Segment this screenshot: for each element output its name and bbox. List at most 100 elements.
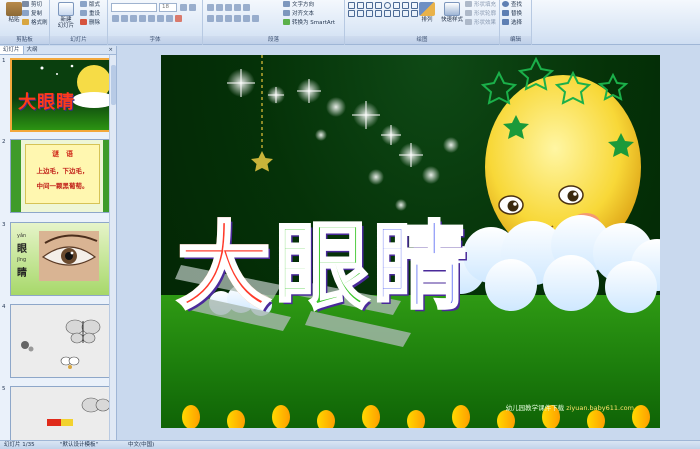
select-button[interactable]: 选择 xyxy=(502,19,522,28)
slide-title[interactable]: 大 眼 睛 xyxy=(175,212,469,324)
slide-number: 2 xyxy=(2,139,6,145)
thumb1-title: 大眼睛 xyxy=(18,92,75,113)
smartart-icon xyxy=(283,19,290,25)
shape-triangle-icon[interactable] xyxy=(402,2,409,9)
align-right-icon[interactable] xyxy=(225,15,232,22)
tab-outline[interactable]: 大纲 xyxy=(24,46,41,54)
font-grow-shrink[interactable] xyxy=(180,4,196,12)
shape-effects-button[interactable]: 形状效果 xyxy=(465,19,496,28)
strikethrough-icon[interactable] xyxy=(139,15,146,22)
new-slide-button[interactable]: 新建 幻灯片 xyxy=(54,2,78,29)
format-painter-button[interactable]: 格式刷 xyxy=(22,19,48,28)
shape-oval-icon[interactable] xyxy=(384,2,391,9)
columns-icon[interactable] xyxy=(252,15,259,22)
shape-callout-icon[interactable] xyxy=(384,10,391,17)
slide-thumbnail-3[interactable]: yǎn 眼 jīng 睛 xyxy=(10,222,111,296)
slide-thumbnail-4[interactable] xyxy=(10,304,111,378)
distribute-icon[interactable] xyxy=(243,15,250,22)
brush-icon xyxy=(22,19,29,25)
tab-slides[interactable]: 幻灯片 xyxy=(0,46,24,54)
pane-close-button[interactable]: × xyxy=(105,46,116,54)
riddle-line-2: 中间一颗黑葡萄。 xyxy=(36,182,89,190)
shape-rect-icon[interactable] xyxy=(348,2,355,9)
shrink-font-icon[interactable] xyxy=(189,4,196,11)
shape-brace-icon[interactable] xyxy=(357,10,364,17)
quick-styles-button[interactable]: 快速样式 xyxy=(440,2,464,23)
slide-number: 3 xyxy=(2,222,6,228)
numbering-icon[interactable] xyxy=(216,4,223,11)
shape-arrow2-icon[interactable] xyxy=(366,10,373,17)
slide-thumbnail-5[interactable] xyxy=(10,386,111,440)
pane-tabs: 幻灯片 大纲 × xyxy=(0,46,116,55)
riddle-card: 谜 语 上边毛，下边毛， 中间一颗黑葡萄。 xyxy=(25,144,100,204)
slides-pane: 幻灯片 大纲 × 1 大眼睛 2 谜 语 上边毛，下边毛， 中间一颗黑葡萄。 3 xyxy=(0,46,117,440)
ribbon: 粘贴 剪切 复制 格式刷 剪贴板 新建 幻灯片 版式 重设 删除 幻灯片 18 xyxy=(0,0,700,45)
align-left-icon[interactable] xyxy=(207,15,214,22)
language[interactable]: 中文(中国) xyxy=(128,441,154,449)
main-slide[interactable]: 大 眼 睛 幼儿园教学课件下载 ziyuan.baby611.com xyxy=(161,55,660,428)
editing-group: 查找 替换 选择 编辑 xyxy=(500,0,532,45)
convert-smartart-button[interactable]: 转换为 SmartArt xyxy=(283,19,335,28)
shape-fill-button[interactable]: 形状填充 xyxy=(465,1,496,10)
slide-thumbnail-1[interactable]: 大眼睛 xyxy=(10,58,111,132)
find-button[interactable]: 查找 xyxy=(502,1,522,10)
align-buttons[interactable] xyxy=(207,15,259,23)
case-icon[interactable] xyxy=(166,15,173,22)
bold-icon[interactable] xyxy=(112,15,119,22)
list-buttons[interactable] xyxy=(207,4,250,12)
slides-scrollbar-thumb[interactable] xyxy=(111,65,116,105)
reset-icon xyxy=(80,10,87,16)
shape-curve-icon[interactable] xyxy=(348,10,355,17)
hanging-star xyxy=(251,151,273,172)
slide5-art xyxy=(47,397,110,426)
shape-line-icon[interactable] xyxy=(366,2,373,9)
paste-icon xyxy=(6,2,22,16)
layout-button[interactable]: 版式 xyxy=(80,1,100,10)
font-format-buttons[interactable] xyxy=(112,15,182,23)
delete-icon xyxy=(80,19,87,25)
increase-indent-icon[interactable] xyxy=(234,4,241,11)
decrease-indent-icon[interactable] xyxy=(225,4,232,11)
title-char-3: 睛 xyxy=(372,212,469,324)
theme-name[interactable]: "默认设计模板" xyxy=(60,441,98,449)
align-center-icon[interactable] xyxy=(216,15,223,22)
copy-button[interactable]: 复制 xyxy=(22,10,42,19)
title-char-1: 大 xyxy=(175,212,272,324)
replace-button[interactable]: 替换 xyxy=(502,10,522,19)
grow-font-icon[interactable] xyxy=(180,4,187,11)
italic-icon[interactable] xyxy=(121,15,128,22)
riddle-line-1: 上边毛，下边毛， xyxy=(36,167,89,175)
justify-icon[interactable] xyxy=(234,15,241,22)
shape-outline-button[interactable]: 形状轮廓 xyxy=(465,10,496,19)
shape-arrow-icon[interactable] xyxy=(375,2,382,9)
font-color-icon[interactable] xyxy=(175,15,182,22)
reset-button[interactable]: 重设 xyxy=(80,10,100,19)
arrange-button[interactable]: 排列 xyxy=(415,2,439,23)
slide-thumbnail-2[interactable]: 谜 语 上边毛，下边毛， 中间一颗黑葡萄。 xyxy=(10,139,111,213)
bullets-icon[interactable] xyxy=(207,4,214,11)
shape-star-icon[interactable] xyxy=(375,10,382,17)
text-direction-button[interactable]: 文字方向 xyxy=(283,1,314,10)
delete-slide-button[interactable]: 删除 xyxy=(80,19,100,28)
align-text-button[interactable]: 对齐文本 xyxy=(283,10,314,19)
slides-scrollbar[interactable] xyxy=(109,55,116,440)
shape-flow-icon[interactable] xyxy=(393,10,400,17)
font-name-input[interactable] xyxy=(111,3,157,12)
riddle-heading: 谜 语 xyxy=(52,150,73,158)
align-text-icon xyxy=(283,10,290,16)
shape-bracket-icon[interactable] xyxy=(402,10,409,17)
shapes-gallery[interactable] xyxy=(348,2,419,17)
drawing-group-label: 绘图 xyxy=(345,36,499,44)
line-spacing-icon[interactable] xyxy=(243,4,250,11)
shape-square-icon[interactable] xyxy=(393,2,400,9)
effects-icon xyxy=(465,19,472,25)
spacing-icon[interactable] xyxy=(157,15,164,22)
font-group: 18 字体 xyxy=(108,0,203,45)
font-size-input[interactable]: 18 xyxy=(159,3,177,12)
editing-group-label: 编辑 xyxy=(500,36,531,44)
cut-button[interactable]: 剪切 xyxy=(22,1,42,10)
shadow-icon[interactable] xyxy=(148,15,155,22)
shape-text-icon[interactable] xyxy=(357,2,364,9)
fill-bucket-icon xyxy=(465,1,472,7)
underline-icon[interactable] xyxy=(130,15,137,22)
